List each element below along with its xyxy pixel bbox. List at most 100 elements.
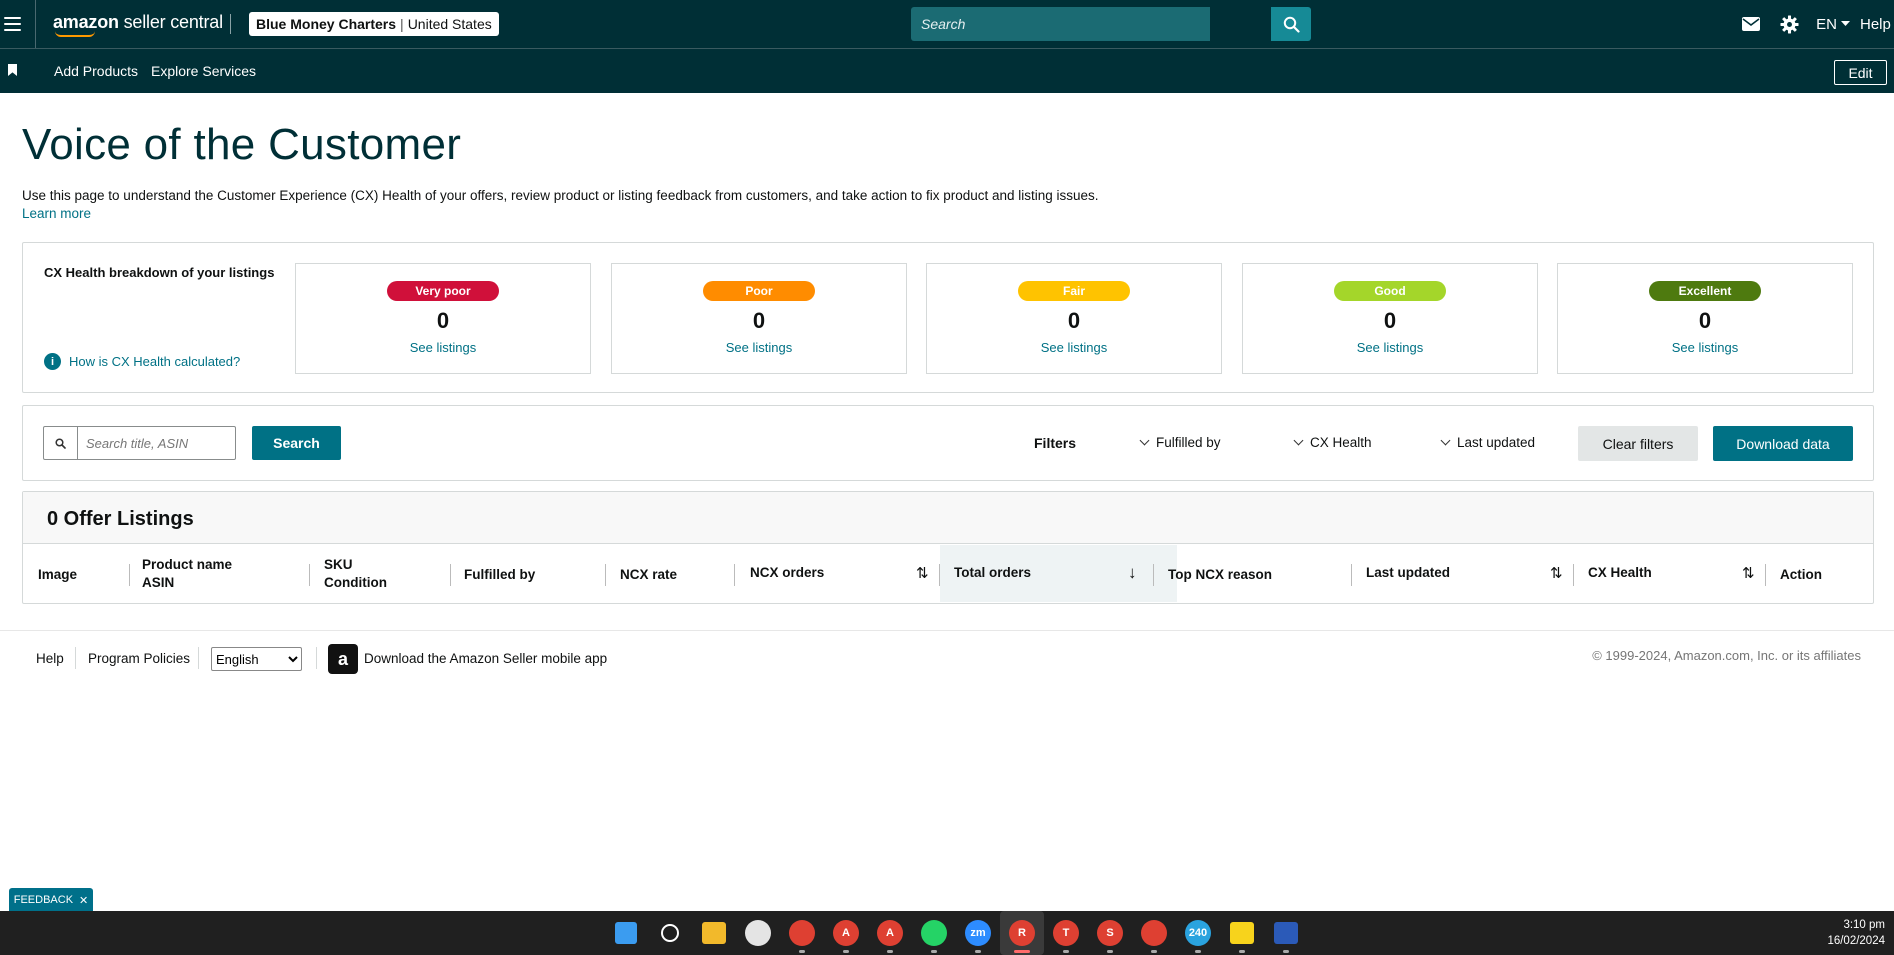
column-last-updated[interactable]: Last updated	[1366, 543, 1450, 601]
listing-search-input[interactable]	[78, 427, 233, 459]
taskbar-app[interactable]	[692, 911, 736, 955]
taskbar-app[interactable]	[912, 911, 956, 955]
cx-health-panel: CX Health breakdown of your listings i H…	[22, 242, 1874, 393]
sort-descending-icon[interactable]: ↓	[1128, 563, 1137, 583]
taskbar-app[interactable]	[1220, 911, 1264, 955]
column-sku: SKU Condition	[324, 557, 387, 590]
column-total-orders[interactable]: Total orders	[954, 543, 1031, 601]
add-products-link[interactable]: Add Products	[54, 63, 138, 79]
search-icon	[44, 427, 78, 459]
menu-icon[interactable]	[4, 14, 21, 34]
taskbar-app[interactable]: S	[1088, 911, 1132, 955]
see-listings-link[interactable]: See listings	[296, 340, 590, 355]
running-indicator	[1107, 950, 1113, 953]
last-updated-filter[interactable]: Last updated	[1440, 435, 1535, 450]
running-indicator	[1195, 950, 1201, 953]
settings-button[interactable]	[1770, 0, 1808, 48]
see-listings-link[interactable]: See listings	[927, 340, 1221, 355]
running-indicator	[1063, 950, 1069, 953]
page-description: Use this page to understand the Customer…	[22, 188, 1099, 203]
explore-services-link[interactable]: Explore Services	[151, 63, 256, 79]
chrome-profile-r-icon: R	[1009, 920, 1035, 946]
sort-updown-icon[interactable]: ⇅	[1550, 564, 1563, 582]
system-clock[interactable]: 3:10 pm 16/02/2024	[1827, 917, 1885, 949]
sort-updown-icon[interactable]: ⇅	[1742, 564, 1755, 582]
taskbar-app[interactable]	[780, 911, 824, 955]
taskbar-app[interactable]: T	[1044, 911, 1088, 955]
copyright-text: © 1999-2024, Amazon.com, Inc. or its aff…	[1592, 648, 1861, 663]
account-name: Blue Money Charters	[256, 16, 397, 32]
messages-button[interactable]	[1732, 0, 1770, 48]
chrome-profile-a-icon: A	[833, 920, 859, 946]
taskbar-app[interactable]: 240	[1176, 911, 1220, 955]
footer-help-link[interactable]: Help	[36, 651, 64, 666]
chrome-profile-t-icon: T	[1053, 920, 1079, 946]
health-card-excellent: Excellent 0 See listings	[1557, 263, 1853, 374]
fulfilled-by-filter[interactable]: Fulfilled by	[1139, 435, 1221, 450]
column-action: Action	[1780, 566, 1822, 582]
taskbar-app[interactable]	[736, 911, 780, 955]
running-indicator	[1283, 950, 1289, 953]
info-icon: i	[44, 353, 61, 370]
amazon-app-icon[interactable]: a	[328, 644, 358, 674]
listing-search-field[interactable]	[43, 426, 236, 460]
listing-search-button[interactable]: Search	[252, 426, 341, 460]
cx-health-filter[interactable]: CX Health	[1293, 435, 1372, 450]
help-link[interactable]: Help	[1860, 16, 1894, 33]
taskbar-app[interactable]	[604, 911, 648, 955]
learn-more-link[interactable]: Learn more	[22, 206, 91, 221]
footer-divider	[316, 647, 317, 669]
global-search-input[interactable]	[921, 16, 1201, 32]
offer-listings-table: 0 Offer Listings Image Product name ASIN …	[22, 491, 1874, 604]
global-search-field[interactable]	[911, 7, 1210, 41]
column-cx-health[interactable]: CX Health	[1588, 543, 1652, 601]
chevron-down-icon	[1440, 435, 1451, 446]
sticky-notes-icon	[1230, 922, 1254, 944]
running-indicator	[975, 950, 981, 953]
feedback-tab[interactable]: FEEDBACK ✕	[9, 888, 93, 912]
see-listings-link[interactable]: See listings	[1243, 340, 1537, 355]
taskbar-app[interactable]	[1264, 911, 1308, 955]
column-divider	[1351, 564, 1352, 586]
column-ncx-orders[interactable]: NCX orders	[750, 543, 824, 601]
see-listings-link[interactable]: See listings	[612, 340, 906, 355]
column-divider	[129, 564, 130, 586]
chrome-profile-s-icon: S	[1097, 920, 1123, 946]
taskbar-app[interactable]	[1132, 911, 1176, 955]
seller-central-logo[interactable]: amazon seller central	[53, 12, 223, 33]
language-selector[interactable]: EN	[1816, 16, 1850, 33]
column-divider	[450, 564, 451, 586]
account-switcher[interactable]: Blue Money Charters | United States	[249, 12, 499, 36]
windows-taskbar: A Azm R T S 240 3:10 pm 16/02/2024	[0, 911, 1894, 955]
see-listings-link[interactable]: See listings	[1558, 340, 1852, 355]
clock-time: 3:10 pm	[1843, 919, 1885, 931]
global-search-button[interactable]	[1271, 7, 1311, 41]
search-filter-panel: Search Filters Fulfilled by CX Health La…	[22, 405, 1874, 481]
telegram-icon: 240	[1185, 920, 1211, 946]
program-policies-link[interactable]: Program Policies	[88, 651, 190, 666]
health-badge: Very poor	[387, 281, 499, 301]
running-indicator	[843, 950, 849, 953]
nav-right-group: EN Help	[1732, 0, 1894, 48]
health-badge: Good	[1334, 281, 1446, 301]
taskbar-app[interactable]: zm	[956, 911, 1000, 955]
taskbar-app[interactable]: A	[824, 911, 868, 955]
download-app-link[interactable]: Download the Amazon Seller mobile app	[364, 651, 607, 666]
bookmark-icon[interactable]	[8, 64, 17, 76]
taskbar-app[interactable]: R	[1000, 911, 1044, 955]
sort-updown-icon[interactable]: ⇅	[916, 564, 929, 582]
running-indicator	[887, 950, 893, 953]
taskbar-app[interactable]	[648, 911, 692, 955]
cx-health-help-link[interactable]: i How is CX Health calculated?	[44, 353, 240, 370]
clear-filters-button[interactable]: Clear filters	[1578, 426, 1698, 461]
health-count: 0	[1698, 308, 1712, 333]
close-icon[interactable]: ✕	[79, 894, 88, 907]
health-badge: Excellent	[1649, 281, 1761, 301]
download-data-button[interactable]: Download data	[1713, 426, 1853, 461]
language-code: EN	[1816, 15, 1837, 33]
caret-down-icon	[1841, 21, 1850, 26]
taskbar-app[interactable]: A	[868, 911, 912, 955]
edit-bookmarks-button[interactable]: Edit	[1834, 60, 1887, 85]
footer-language-select[interactable]: English	[211, 647, 302, 671]
health-count: 0	[436, 308, 450, 333]
